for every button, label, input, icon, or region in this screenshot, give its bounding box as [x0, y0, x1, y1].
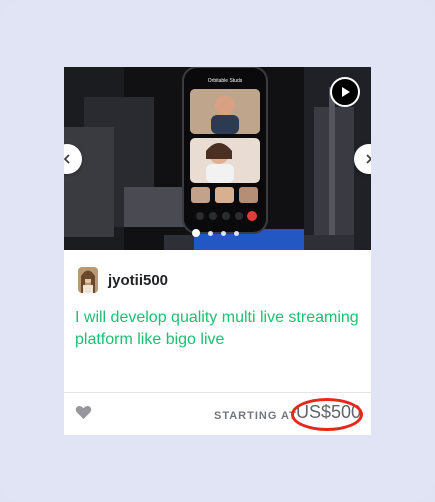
price-highlight-circle	[291, 398, 363, 431]
carousel-dot[interactable]	[221, 230, 226, 236]
gig-image-gallery[interactable]: Orbitable Studs	[64, 67, 371, 250]
carousel-dot[interactable]	[192, 229, 200, 237]
gig-title-link[interactable]: I will develop quality multi live stream…	[75, 307, 360, 351]
heart-icon	[75, 405, 92, 419]
gig-image: Orbitable Studs	[64, 67, 371, 250]
seller-name[interactable]: jyotii500	[108, 272, 168, 289]
carousel-dots	[192, 229, 239, 237]
divider	[64, 392, 371, 393]
seller-info[interactable]: jyotii500	[78, 267, 168, 293]
carousel-dot[interactable]	[208, 230, 213, 236]
gig-card[interactable]: Orbitable Studs jyotii500 I will develop…	[64, 67, 371, 435]
chevron-right-icon	[366, 154, 371, 164]
play-video-button[interactable]	[330, 77, 360, 107]
chevron-left-icon	[64, 154, 70, 164]
phone-header-text: Orbitable Studs	[208, 78, 243, 84]
starting-at-label: STARTING AT	[214, 410, 297, 422]
play-icon	[342, 87, 350, 97]
favorite-button[interactable]	[75, 405, 92, 425]
seller-avatar[interactable]	[78, 267, 98, 293]
carousel-dot[interactable]	[234, 230, 239, 236]
